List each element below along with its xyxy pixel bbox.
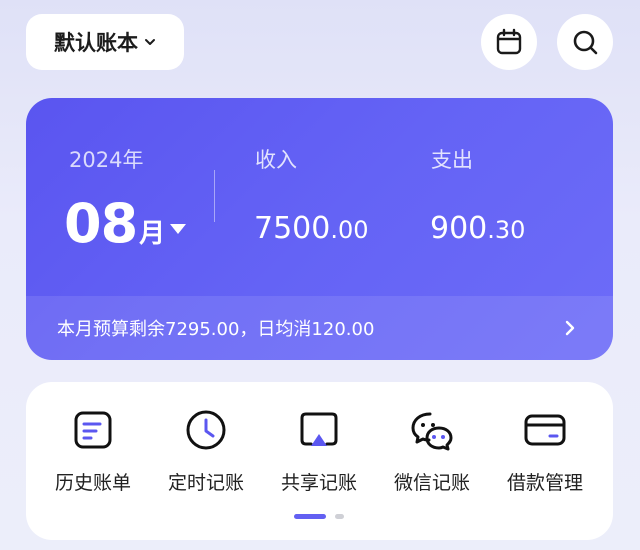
monthly-summary-card: 2024年 08 月 收入 7500.00 支出 900.30 本月预算剩余72… xyxy=(26,98,613,360)
page-dot[interactable] xyxy=(335,514,344,519)
month-number: 08 xyxy=(64,192,138,255)
month-selector[interactable]: 08 月 xyxy=(64,192,165,255)
bill-history-icon xyxy=(74,411,112,449)
budget-remaining-row[interactable]: 本月预算剩余7295.00，日均消120.00 xyxy=(26,296,613,360)
income-label: 收入 xyxy=(255,148,297,172)
page-indicator xyxy=(26,514,613,520)
chevron-down-icon xyxy=(145,39,155,45)
divider xyxy=(214,170,215,222)
expense-amount-decimal: .30 xyxy=(487,216,526,244)
search-icon xyxy=(573,30,598,55)
chevron-right-icon xyxy=(565,320,575,336)
expense-label: 支出 xyxy=(431,148,473,172)
card-icon xyxy=(524,414,566,446)
income-amount-integer: 7500 xyxy=(254,211,331,246)
clock-icon xyxy=(186,410,226,450)
page-dot-active[interactable] xyxy=(294,514,326,519)
wechat-icon xyxy=(411,412,453,451)
calendar-icon xyxy=(496,28,522,55)
shortcut-bill-history[interactable]: 历史账单 xyxy=(37,408,149,495)
expense-amount: 900.30 xyxy=(430,211,525,246)
income-amount: 7500.00 xyxy=(254,211,369,246)
shortcut-label: 历史账单 xyxy=(54,472,131,494)
quick-actions-card: 历史账单 定时记账 共享记账 微信记账 借款管理 xyxy=(26,382,613,540)
shortcut-label: 微信记账 xyxy=(393,472,470,494)
search-button[interactable] xyxy=(557,14,613,70)
shortcut-label: 共享记账 xyxy=(280,472,357,494)
account-book-name: 默认账本 xyxy=(54,31,138,55)
account-book-selector[interactable]: 默认账本 xyxy=(26,14,184,70)
shortcut-scheduled-entry[interactable]: 定时记账 xyxy=(150,408,262,495)
budget-remaining-text: 本月预算剩余7295.00，日均消120.00 xyxy=(57,319,375,340)
income-amount-decimal: .00 xyxy=(330,216,369,244)
calendar-button[interactable] xyxy=(481,14,537,70)
shortcut-wechat-entry[interactable]: 微信记账 xyxy=(376,408,488,495)
expense-amount-integer: 900 xyxy=(430,211,488,246)
shortcut-loan-management[interactable]: 借款管理 xyxy=(489,408,601,495)
shortcut-shared-entry[interactable]: 共享记账 xyxy=(263,408,375,495)
shortcut-label: 定时记账 xyxy=(167,472,244,494)
year-label: 2024年 xyxy=(69,148,144,172)
share-screen-icon xyxy=(300,412,338,446)
month-unit: 月 xyxy=(139,219,166,249)
month-dropdown-icon[interactable] xyxy=(170,224,186,234)
shortcut-label: 借款管理 xyxy=(506,472,583,494)
